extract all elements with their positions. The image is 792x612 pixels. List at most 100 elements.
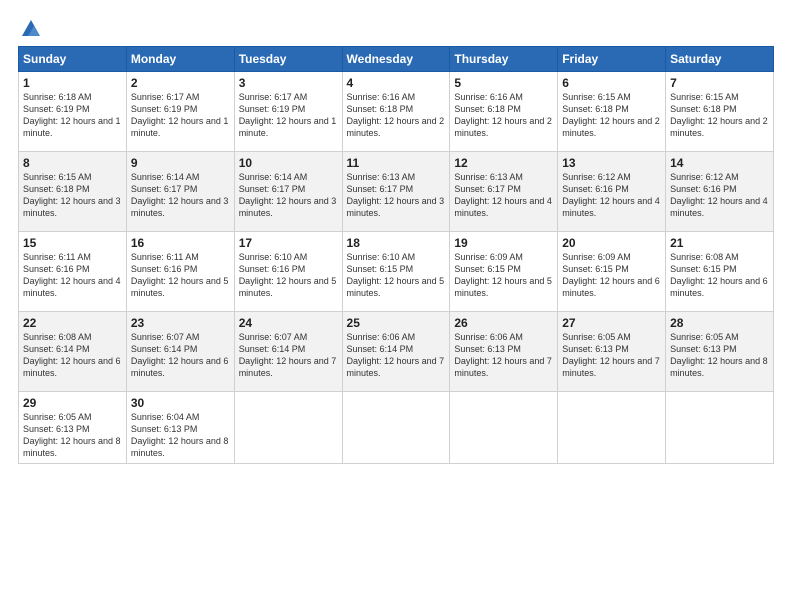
calendar-cell: 25Sunrise: 6:06 AMSunset: 6:14 PMDayligh… <box>342 312 450 392</box>
day-info: Sunrise: 6:14 AMSunset: 6:17 PMDaylight:… <box>239 171 338 220</box>
calendar-cell: 13Sunrise: 6:12 AMSunset: 6:16 PMDayligh… <box>558 152 666 232</box>
day-info: Sunrise: 6:08 AMSunset: 6:14 PMDaylight:… <box>23 331 122 380</box>
day-info: Sunrise: 6:13 AMSunset: 6:17 PMDaylight:… <box>454 171 553 220</box>
day-number: 8 <box>23 156 122 170</box>
day-info: Sunrise: 6:15 AMSunset: 6:18 PMDaylight:… <box>670 91 769 140</box>
day-info: Sunrise: 6:04 AMSunset: 6:13 PMDaylight:… <box>131 411 230 460</box>
day-info: Sunrise: 6:09 AMSunset: 6:15 PMDaylight:… <box>454 251 553 300</box>
calendar-table: SundayMondayTuesdayWednesdayThursdayFrid… <box>18 46 774 464</box>
header <box>18 18 774 36</box>
day-number: 20 <box>562 236 661 250</box>
calendar-body: 1Sunrise: 6:18 AMSunset: 6:19 PMDaylight… <box>19 72 774 464</box>
calendar-cell <box>666 392 774 464</box>
logo-icon <box>20 18 42 40</box>
day-info: Sunrise: 6:17 AMSunset: 6:19 PMDaylight:… <box>131 91 230 140</box>
day-info: Sunrise: 6:05 AMSunset: 6:13 PMDaylight:… <box>562 331 661 380</box>
day-number: 28 <box>670 316 769 330</box>
day-number: 15 <box>23 236 122 250</box>
day-number: 11 <box>347 156 446 170</box>
calendar-cell <box>558 392 666 464</box>
day-number: 23 <box>131 316 230 330</box>
calendar-cell: 21Sunrise: 6:08 AMSunset: 6:15 PMDayligh… <box>666 232 774 312</box>
day-info: Sunrise: 6:10 AMSunset: 6:15 PMDaylight:… <box>347 251 446 300</box>
day-number: 10 <box>239 156 338 170</box>
calendar-cell <box>450 392 558 464</box>
calendar-cell: 11Sunrise: 6:13 AMSunset: 6:17 PMDayligh… <box>342 152 450 232</box>
day-number: 3 <box>239 76 338 90</box>
day-info: Sunrise: 6:15 AMSunset: 6:18 PMDaylight:… <box>23 171 122 220</box>
calendar-header-row: SundayMondayTuesdayWednesdayThursdayFrid… <box>19 47 774 72</box>
calendar-header-friday: Friday <box>558 47 666 72</box>
calendar-cell: 20Sunrise: 6:09 AMSunset: 6:15 PMDayligh… <box>558 232 666 312</box>
calendar-cell: 29Sunrise: 6:05 AMSunset: 6:13 PMDayligh… <box>19 392 127 464</box>
day-number: 19 <box>454 236 553 250</box>
day-number: 29 <box>23 396 122 410</box>
calendar-cell: 14Sunrise: 6:12 AMSunset: 6:16 PMDayligh… <box>666 152 774 232</box>
calendar-cell: 17Sunrise: 6:10 AMSunset: 6:16 PMDayligh… <box>234 232 342 312</box>
day-info: Sunrise: 6:11 AMSunset: 6:16 PMDaylight:… <box>131 251 230 300</box>
day-number: 6 <box>562 76 661 90</box>
day-number: 17 <box>239 236 338 250</box>
day-number: 24 <box>239 316 338 330</box>
day-number: 14 <box>670 156 769 170</box>
day-info: Sunrise: 6:10 AMSunset: 6:16 PMDaylight:… <box>239 251 338 300</box>
day-info: Sunrise: 6:14 AMSunset: 6:17 PMDaylight:… <box>131 171 230 220</box>
day-info: Sunrise: 6:06 AMSunset: 6:14 PMDaylight:… <box>347 331 446 380</box>
calendar-header-sunday: Sunday <box>19 47 127 72</box>
day-info: Sunrise: 6:06 AMSunset: 6:13 PMDaylight:… <box>454 331 553 380</box>
day-info: Sunrise: 6:17 AMSunset: 6:19 PMDaylight:… <box>239 91 338 140</box>
calendar-cell: 10Sunrise: 6:14 AMSunset: 6:17 PMDayligh… <box>234 152 342 232</box>
calendar-cell <box>234 392 342 464</box>
day-number: 4 <box>347 76 446 90</box>
calendar-cell: 2Sunrise: 6:17 AMSunset: 6:19 PMDaylight… <box>126 72 234 152</box>
day-info: Sunrise: 6:12 AMSunset: 6:16 PMDaylight:… <box>562 171 661 220</box>
calendar-header-wednesday: Wednesday <box>342 47 450 72</box>
day-number: 2 <box>131 76 230 90</box>
day-number: 9 <box>131 156 230 170</box>
day-number: 12 <box>454 156 553 170</box>
day-info: Sunrise: 6:12 AMSunset: 6:16 PMDaylight:… <box>670 171 769 220</box>
calendar-cell: 23Sunrise: 6:07 AMSunset: 6:14 PMDayligh… <box>126 312 234 392</box>
day-number: 7 <box>670 76 769 90</box>
day-info: Sunrise: 6:09 AMSunset: 6:15 PMDaylight:… <box>562 251 661 300</box>
day-info: Sunrise: 6:11 AMSunset: 6:16 PMDaylight:… <box>23 251 122 300</box>
day-info: Sunrise: 6:13 AMSunset: 6:17 PMDaylight:… <box>347 171 446 220</box>
calendar-cell: 16Sunrise: 6:11 AMSunset: 6:16 PMDayligh… <box>126 232 234 312</box>
day-number: 26 <box>454 316 553 330</box>
day-info: Sunrise: 6:08 AMSunset: 6:15 PMDaylight:… <box>670 251 769 300</box>
page: SundayMondayTuesdayWednesdayThursdayFrid… <box>0 0 792 612</box>
calendar-cell: 12Sunrise: 6:13 AMSunset: 6:17 PMDayligh… <box>450 152 558 232</box>
calendar-cell: 28Sunrise: 6:05 AMSunset: 6:13 PMDayligh… <box>666 312 774 392</box>
day-number: 5 <box>454 76 553 90</box>
calendar-header-saturday: Saturday <box>666 47 774 72</box>
day-info: Sunrise: 6:16 AMSunset: 6:18 PMDaylight:… <box>347 91 446 140</box>
calendar-cell: 24Sunrise: 6:07 AMSunset: 6:14 PMDayligh… <box>234 312 342 392</box>
calendar-cell: 8Sunrise: 6:15 AMSunset: 6:18 PMDaylight… <box>19 152 127 232</box>
day-info: Sunrise: 6:15 AMSunset: 6:18 PMDaylight:… <box>562 91 661 140</box>
day-number: 22 <box>23 316 122 330</box>
calendar-week-3: 15Sunrise: 6:11 AMSunset: 6:16 PMDayligh… <box>19 232 774 312</box>
calendar-cell: 19Sunrise: 6:09 AMSunset: 6:15 PMDayligh… <box>450 232 558 312</box>
calendar-week-5: 29Sunrise: 6:05 AMSunset: 6:13 PMDayligh… <box>19 392 774 464</box>
calendar-week-4: 22Sunrise: 6:08 AMSunset: 6:14 PMDayligh… <box>19 312 774 392</box>
calendar-week-2: 8Sunrise: 6:15 AMSunset: 6:18 PMDaylight… <box>19 152 774 232</box>
day-info: Sunrise: 6:07 AMSunset: 6:14 PMDaylight:… <box>131 331 230 380</box>
day-number: 18 <box>347 236 446 250</box>
day-number: 13 <box>562 156 661 170</box>
calendar-cell: 1Sunrise: 6:18 AMSunset: 6:19 PMDaylight… <box>19 72 127 152</box>
calendar-cell: 30Sunrise: 6:04 AMSunset: 6:13 PMDayligh… <box>126 392 234 464</box>
calendar-cell: 27Sunrise: 6:05 AMSunset: 6:13 PMDayligh… <box>558 312 666 392</box>
calendar-header-tuesday: Tuesday <box>234 47 342 72</box>
calendar-cell: 18Sunrise: 6:10 AMSunset: 6:15 PMDayligh… <box>342 232 450 312</box>
day-info: Sunrise: 6:05 AMSunset: 6:13 PMDaylight:… <box>670 331 769 380</box>
calendar-header-monday: Monday <box>126 47 234 72</box>
day-info: Sunrise: 6:16 AMSunset: 6:18 PMDaylight:… <box>454 91 553 140</box>
logo <box>18 18 42 36</box>
day-info: Sunrise: 6:07 AMSunset: 6:14 PMDaylight:… <box>239 331 338 380</box>
day-number: 25 <box>347 316 446 330</box>
day-info: Sunrise: 6:05 AMSunset: 6:13 PMDaylight:… <box>23 411 122 460</box>
calendar-cell: 22Sunrise: 6:08 AMSunset: 6:14 PMDayligh… <box>19 312 127 392</box>
calendar-cell: 7Sunrise: 6:15 AMSunset: 6:18 PMDaylight… <box>666 72 774 152</box>
calendar-cell: 26Sunrise: 6:06 AMSunset: 6:13 PMDayligh… <box>450 312 558 392</box>
calendar-week-1: 1Sunrise: 6:18 AMSunset: 6:19 PMDaylight… <box>19 72 774 152</box>
